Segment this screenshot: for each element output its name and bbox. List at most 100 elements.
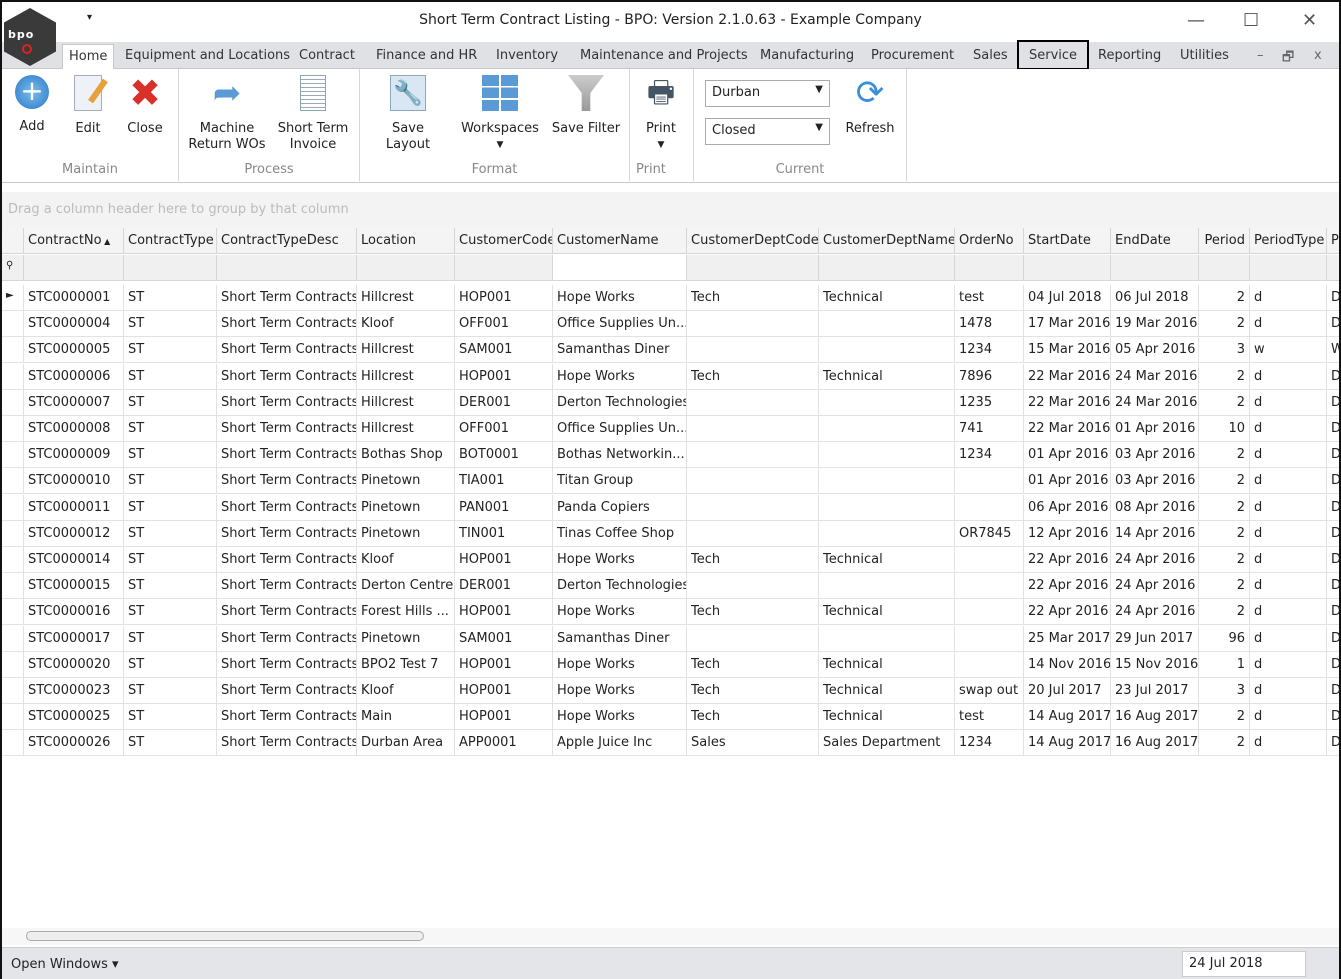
cell-enddate[interactable]: 15 Nov 2016 xyxy=(1111,651,1199,678)
cell-contracttype[interactable]: ST xyxy=(124,311,217,338)
maximize-button[interactable]: ☐ xyxy=(1243,10,1259,31)
cell-enddate[interactable]: 03 Apr 2016 xyxy=(1111,468,1199,495)
cell-periodtype[interactable]: d xyxy=(1250,494,1327,521)
cell-customercode[interactable]: HOP001 xyxy=(455,704,553,731)
table-row[interactable]: ► STC0000001 ST Short Term Contracts Hillcre… xyxy=(2,285,1339,311)
row-indicator[interactable] xyxy=(2,651,24,678)
cell-enddate[interactable]: 03 Apr 2016 xyxy=(1111,442,1199,469)
machine-return-wos-button[interactable]: ➦ Machine Return WOs xyxy=(187,75,267,153)
cell-customerdeptname[interactable] xyxy=(819,573,955,600)
cell-periodtype[interactable]: d xyxy=(1250,625,1327,652)
cell-p[interactable]: D xyxy=(1327,416,1339,442)
cell-customername[interactable]: Titan Group xyxy=(553,468,687,495)
cell-startdate[interactable]: 22 Apr 2016 xyxy=(1024,573,1111,600)
cell-period[interactable]: 2 xyxy=(1199,704,1250,731)
cell-period[interactable]: 2 xyxy=(1199,311,1250,338)
cell-period[interactable]: 2 xyxy=(1199,573,1250,600)
cell-customerdeptcode[interactable]: Tech xyxy=(687,704,819,731)
cell-enddate[interactable]: 24 Mar 2016 xyxy=(1111,389,1199,416)
cell-customername[interactable]: Office Supplies Un... xyxy=(553,311,687,338)
cell-contracttypedesc[interactable]: Short Term Contracts xyxy=(217,363,357,390)
cell-orderno[interactable]: swap out xyxy=(955,678,1024,704)
cell-customercode[interactable]: TIA001 xyxy=(455,468,553,495)
cell-period[interactable]: 2 xyxy=(1199,547,1250,573)
cell-p[interactable]: D xyxy=(1327,495,1339,521)
cell-customerdeptcode[interactable] xyxy=(687,416,819,442)
add-button[interactable]: + Add xyxy=(12,75,52,135)
column-header-contracttypedesc[interactable]: ContractTypeDesc xyxy=(217,228,357,254)
tab-equipment-and-locations[interactable]: Equipment and Locations xyxy=(125,48,290,63)
filter-cell-customerdeptcode[interactable] xyxy=(687,255,819,281)
cell-p[interactable]: D xyxy=(1327,704,1339,731)
cell-contractno[interactable]: STC0000010 xyxy=(24,468,124,495)
cell-customercode[interactable]: SAM001 xyxy=(455,337,553,364)
cell-customerdeptcode[interactable] xyxy=(687,468,819,495)
cell-contractno[interactable]: STC0000016 xyxy=(24,599,124,626)
cell-contracttypedesc[interactable]: Short Term Contracts xyxy=(217,573,357,600)
tab-contract[interactable]: Contract xyxy=(299,48,355,63)
row-indicator[interactable] xyxy=(2,416,24,442)
cell-enddate[interactable]: 24 Apr 2016 xyxy=(1111,573,1199,600)
cell-enddate[interactable]: 14 Apr 2016 xyxy=(1111,520,1199,547)
cell-contracttypedesc[interactable]: Short Term Contracts xyxy=(217,468,357,495)
row-indicator[interactable] xyxy=(2,573,24,600)
cell-p[interactable]: D xyxy=(1327,730,1339,757)
cell-contractno[interactable]: STC0000009 xyxy=(24,442,124,469)
cell-customercode[interactable]: HOP001 xyxy=(455,285,553,311)
cell-contracttypedesc[interactable]: Short Term Contracts xyxy=(217,389,357,416)
group-by-panel[interactable]: Drag a column header here to group by th… xyxy=(2,192,1339,228)
cell-contractno[interactable]: STC0000025 xyxy=(24,704,124,731)
cell-period[interactable]: 2 xyxy=(1199,389,1250,416)
tab-reporting[interactable]: Reporting xyxy=(1098,48,1161,63)
cell-orderno[interactable] xyxy=(955,599,1024,626)
minimize-button[interactable]: — xyxy=(1187,10,1205,31)
tab-inventory[interactable]: Inventory xyxy=(496,48,558,63)
cell-location[interactable]: Derton Centre xyxy=(357,573,455,600)
cell-orderno[interactable] xyxy=(955,625,1024,652)
cell-p[interactable]: D xyxy=(1327,547,1339,573)
cell-contractno[interactable]: STC0000026 xyxy=(24,730,124,757)
cell-periodtype[interactable]: d xyxy=(1250,520,1327,547)
cell-contractno[interactable]: STC0000004 xyxy=(24,311,124,338)
column-header-contracttype[interactable]: ContractType xyxy=(124,228,217,254)
cell-customerdeptname[interactable] xyxy=(819,494,955,521)
cell-customerdeptcode[interactable]: Tech xyxy=(687,651,819,678)
row-indicator[interactable] xyxy=(2,363,24,390)
row-indicator[interactable] xyxy=(2,494,24,521)
cell-contracttype[interactable]: ST xyxy=(124,363,217,390)
cell-contracttypedesc[interactable]: Short Term Contracts xyxy=(217,337,357,364)
cell-orderno[interactable]: 1234 xyxy=(955,730,1024,757)
column-header-periodtype[interactable]: PeriodType xyxy=(1250,228,1327,254)
save-layout-button[interactable]: 🔧 Save Layout xyxy=(368,75,448,153)
cell-contracttype[interactable]: ST xyxy=(124,651,217,678)
auto-filter-row[interactable]: ⚲ xyxy=(2,255,1339,281)
cell-orderno[interactable] xyxy=(955,547,1024,573)
column-header-enddate[interactable]: EndDate xyxy=(1111,228,1199,254)
cell-orderno[interactable]: 1235 xyxy=(955,389,1024,416)
table-row[interactable]: STC0000025 ST Short Term Contracts Main HOP0… xyxy=(2,704,1339,731)
filter-cell-period[interactable] xyxy=(1199,255,1250,281)
horizontal-scrollbar[interactable] xyxy=(2,928,1339,945)
cell-enddate[interactable]: 19 Mar 2016 xyxy=(1111,311,1199,338)
cell-location[interactable]: BPO2 Test 7 xyxy=(357,651,455,678)
table-row[interactable]: STC0000006 ST Short Term Contracts Hillcres… xyxy=(2,363,1339,390)
cell-contracttypedesc[interactable]: Short Term Contracts xyxy=(217,678,357,704)
cell-contracttype[interactable]: ST xyxy=(124,442,217,469)
cell-customername[interactable]: Bothas Networkin... xyxy=(553,442,687,469)
cell-startdate[interactable]: 14 Aug 2017 xyxy=(1024,730,1111,757)
workspaces-button[interactable]: Workspaces ▼ xyxy=(460,75,540,153)
cell-customerdeptname[interactable]: Technical xyxy=(819,704,955,731)
mdi-close-button[interactable]: x xyxy=(1314,48,1322,63)
cell-customername[interactable]: Hope Works xyxy=(553,547,687,573)
cell-startdate[interactable]: 22 Apr 2016 xyxy=(1024,599,1111,626)
tab-sales[interactable]: Sales xyxy=(973,48,1008,63)
cell-contracttype[interactable]: ST xyxy=(124,337,217,364)
cell-customername[interactable]: Apple Juice Inc xyxy=(553,730,687,757)
filter-cell-orderno[interactable] xyxy=(955,255,1024,281)
cell-periodtype[interactable]: d xyxy=(1250,468,1327,495)
cell-customerdeptname[interactable]: Technical xyxy=(819,678,955,704)
cell-startdate[interactable]: 22 Mar 2016 xyxy=(1024,363,1111,390)
cell-location[interactable]: Hillcrest xyxy=(357,363,455,390)
date-spinner[interactable]: 24 Jul 2018 xyxy=(1182,951,1306,977)
cell-location[interactable]: Pinetown xyxy=(357,520,455,547)
